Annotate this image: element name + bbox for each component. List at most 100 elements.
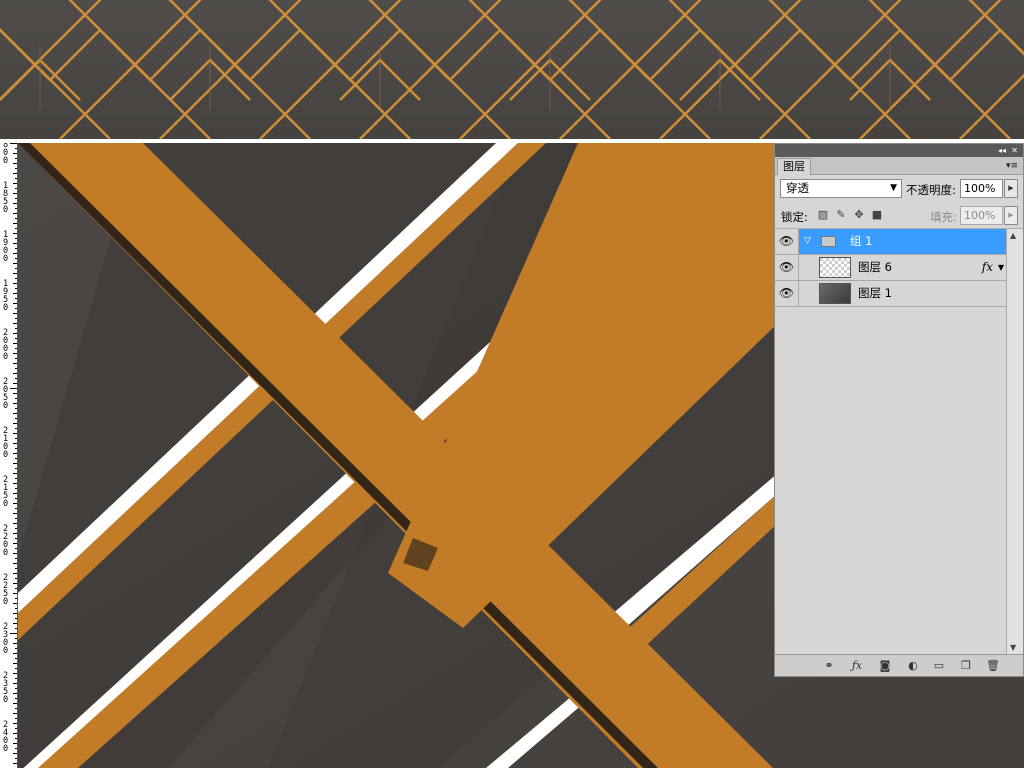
tab-layers[interactable]: 图层 bbox=[777, 158, 811, 175]
ruler-label: 2400 bbox=[2, 720, 9, 754]
ruler-label: 1850 bbox=[2, 181, 9, 215]
lock-position-icon[interactable]: ✥ bbox=[852, 208, 866, 222]
ruler-tick bbox=[15, 348, 17, 349]
fx-icon[interactable]: fx bbox=[982, 255, 993, 280]
ruler-tick bbox=[13, 663, 17, 664]
fill-slider-button[interactable]: ▶ bbox=[1004, 206, 1018, 225]
ruler-tick bbox=[13, 223, 17, 224]
ruler-tick bbox=[15, 718, 17, 719]
lock-pixels-icon[interactable]: ✎ bbox=[834, 208, 848, 222]
folder-icon bbox=[821, 236, 836, 247]
ruler-tick bbox=[13, 723, 17, 724]
layer-name: 图层 6 bbox=[858, 260, 892, 274]
lock-all-icon[interactable]: ■ bbox=[870, 208, 884, 222]
ruler-tick bbox=[13, 183, 17, 184]
scroll-down-icon[interactable]: ▼ bbox=[1010, 643, 1016, 652]
ruler-tick bbox=[13, 273, 17, 274]
ruler-tick bbox=[15, 448, 17, 449]
ruler-tick bbox=[15, 508, 17, 509]
panel-title-bar: ◂◂ ✕ bbox=[775, 144, 1023, 157]
link-layers-icon[interactable]: ⚭ bbox=[821, 658, 837, 674]
layer-thumbnail bbox=[819, 283, 851, 304]
ruler-tick bbox=[13, 453, 17, 454]
eye-icon[interactable]: 👁 bbox=[775, 255, 799, 280]
eye-icon[interactable]: 👁 bbox=[775, 229, 799, 254]
ruler-tick bbox=[13, 463, 17, 464]
ruler-tick bbox=[15, 278, 17, 279]
scroll-up-icon[interactable]: ▲ bbox=[1010, 231, 1016, 240]
ruler-tick bbox=[15, 688, 17, 689]
double-arrow-icon[interactable]: ◂◂ bbox=[998, 144, 1006, 157]
chevron-down-icon: ▼ bbox=[890, 183, 897, 193]
ruler-tick bbox=[15, 498, 17, 499]
ruler-tick bbox=[13, 593, 17, 594]
ruler-tick bbox=[15, 228, 17, 229]
ruler-tick bbox=[15, 618, 17, 619]
ruler-tick bbox=[15, 188, 17, 189]
ruler-tick bbox=[13, 303, 17, 304]
chevron-down-icon[interactable]: ▼ bbox=[998, 255, 1004, 280]
ruler-tick bbox=[13, 333, 17, 334]
ruler-tick bbox=[15, 398, 17, 399]
layer-row-layer-6[interactable]: 👁 图层 6 fx ▼ bbox=[775, 255, 1007, 281]
ruler-tick bbox=[13, 753, 17, 754]
add-mask-icon[interactable]: ◙ bbox=[877, 658, 893, 674]
lock-transparency-icon[interactable]: ▨ bbox=[816, 208, 830, 222]
close-icon[interactable]: ✕ bbox=[1011, 144, 1018, 157]
ruler-label: 2250 bbox=[2, 573, 9, 607]
ruler-tick bbox=[13, 343, 17, 344]
ruler-tick bbox=[13, 693, 17, 694]
ruler-tick bbox=[13, 193, 17, 194]
panel-menu-icon[interactable]: ▾≡ bbox=[1006, 158, 1018, 174]
ruler-tick bbox=[15, 468, 17, 469]
ruler-tick bbox=[13, 443, 17, 444]
ruler-tick bbox=[15, 728, 17, 729]
ruler-tick bbox=[13, 743, 17, 744]
vertical-ruler[interactable]: 1800 1850 1900 1950 2000 2050 2100 2150 … bbox=[0, 143, 18, 768]
new-group-icon[interactable]: ▭ bbox=[931, 658, 947, 674]
ruler-tick bbox=[13, 613, 17, 614]
ruler-tick bbox=[15, 698, 17, 699]
adjustment-layer-icon[interactable]: ◐ bbox=[905, 658, 921, 674]
ruler-tick bbox=[13, 493, 17, 494]
trash-icon[interactable]: 🗑 bbox=[985, 658, 1001, 674]
ruler-tick bbox=[15, 368, 17, 369]
eye-icon[interactable]: 👁 bbox=[775, 281, 799, 306]
ruler-tick bbox=[13, 553, 17, 554]
ruler-tick bbox=[10, 388, 17, 389]
fill-field[interactable]: 100% bbox=[960, 206, 1003, 225]
ruler-tick bbox=[15, 628, 17, 629]
layer-row-group-1[interactable]: 👁 ▽ 组 1 bbox=[775, 229, 1007, 255]
ruler-label: 2050 bbox=[2, 377, 9, 411]
ruler-tick bbox=[13, 673, 17, 674]
ruler-tick bbox=[15, 248, 17, 249]
ruler-label: 1950 bbox=[2, 279, 9, 313]
ruler-tick bbox=[15, 588, 17, 589]
ruler-tick bbox=[13, 513, 17, 514]
opacity-slider-button[interactable]: ▶ bbox=[1004, 179, 1018, 198]
ruler-tick bbox=[13, 383, 17, 384]
ruler-tick bbox=[15, 148, 17, 149]
ruler-tick bbox=[15, 358, 17, 359]
ruler-tick bbox=[13, 703, 17, 704]
layer-row-layer-1[interactable]: 👁 图层 1 bbox=[775, 281, 1007, 307]
ruler-tick bbox=[15, 578, 17, 579]
ruler-tick bbox=[13, 293, 17, 294]
ruler-tick bbox=[15, 178, 17, 179]
new-layer-icon[interactable]: ❐ bbox=[958, 658, 974, 674]
add-style-icon[interactable]: ƒx bbox=[849, 658, 865, 674]
layer-list-scrollbar[interactable]: ▲ ▼ bbox=[1006, 229, 1023, 654]
pattern-preview-graphic bbox=[0, 0, 1024, 139]
ruler-tick bbox=[15, 408, 17, 409]
expand-triangle-icon[interactable]: ▽ bbox=[804, 229, 811, 254]
ruler-tick bbox=[13, 163, 17, 164]
ruler-tick bbox=[15, 658, 17, 659]
ruler-tick bbox=[13, 563, 17, 564]
opacity-field[interactable]: 100% bbox=[960, 179, 1003, 198]
ruler-tick bbox=[13, 683, 17, 684]
ruler-tick bbox=[15, 198, 17, 199]
ruler-tick bbox=[13, 153, 17, 154]
blend-mode-dropdown[interactable]: 穿透 ▼ bbox=[780, 179, 902, 198]
ruler-tick bbox=[13, 313, 17, 314]
ruler-tick bbox=[15, 268, 17, 269]
